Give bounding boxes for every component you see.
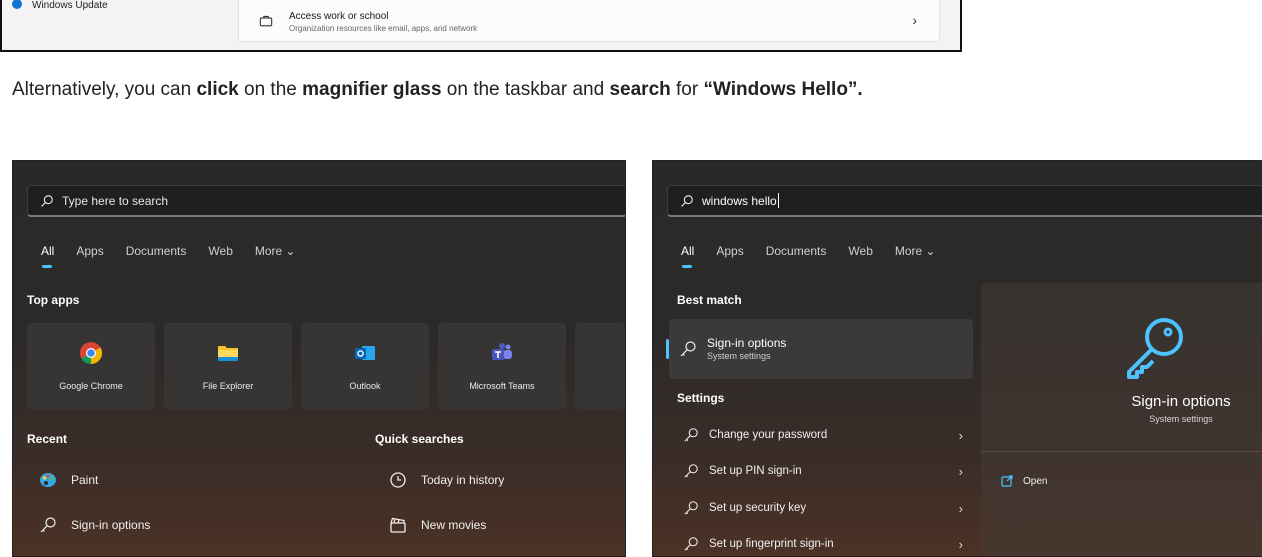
card-title: Access work or school — [289, 11, 389, 22]
tab-web[interactable]: Web — [848, 244, 872, 258]
tab-all[interactable]: All — [41, 244, 54, 268]
start-search-panel-results: windows hello All Apps Documents Web Mor… — [652, 160, 1262, 557]
chevron-right-icon: › — [958, 427, 963, 443]
key-icon — [684, 501, 698, 515]
app-tile-partial[interactable] — [575, 323, 625, 409]
recent-item-label: Sign-in options — [71, 518, 151, 532]
best-match-heading: Best match — [677, 293, 742, 307]
best-match-subtitle: System settings — [707, 351, 771, 361]
app-label: Google Chrome — [59, 381, 123, 391]
search-input[interactable]: Type here to search — [27, 185, 625, 217]
windows-update-icon — [12, 0, 22, 9]
search-filter-tabs: All Apps Documents Web More ⌄ — [41, 244, 296, 268]
windows-update-label: Windows Update — [32, 0, 108, 11]
instruction-bold: search — [609, 79, 671, 100]
search-filter-tabs: All Apps Documents Web More ⌄ — [681, 244, 936, 268]
instruction-part: on the — [238, 79, 303, 100]
text-caret — [777, 193, 779, 208]
app-label: Outlook — [349, 381, 381, 391]
best-match-sign-in-options[interactable]: Sign-in options System settings — [666, 319, 973, 379]
instruction-bold: “Windows Hello”. — [703, 79, 863, 100]
best-match-title: Sign-in options — [707, 336, 787, 350]
tab-documents[interactable]: Documents — [126, 244, 187, 258]
key-icon — [684, 464, 698, 478]
outlook-icon — [355, 346, 375, 360]
search-input[interactable]: windows hello — [667, 185, 1262, 217]
chrome-icon — [80, 342, 102, 364]
key-icon — [680, 341, 696, 357]
windows-update-nav-item[interactable]: Windows Update — [12, 0, 108, 11]
detail-title: Sign-in options — [1131, 393, 1231, 410]
setting-change-password[interactable]: Change your password › — [683, 427, 963, 443]
search-icon — [41, 194, 53, 207]
open-action[interactable]: Open — [1001, 475, 1047, 487]
quick-search-label: New movies — [421, 518, 487, 532]
instruction-part: for — [670, 79, 704, 100]
instruction-part: on the taskbar and — [441, 79, 610, 100]
setting-label: Change your password — [709, 429, 828, 441]
search-value: windows hello — [702, 193, 777, 208]
clock-icon — [390, 472, 406, 488]
app-label: Microsoft Teams — [469, 381, 535, 391]
key-icon — [684, 428, 698, 442]
settings-heading: Settings — [677, 391, 725, 405]
quick-search-label: Today in history — [421, 473, 505, 487]
tab-web[interactable]: Web — [208, 244, 232, 258]
app-tile-teams[interactable]: Microsoft Teams — [438, 323, 566, 409]
folder-icon — [218, 346, 238, 361]
app-tile-chrome[interactable]: Google Chrome — [27, 323, 155, 409]
open-label: Open — [1023, 475, 1048, 487]
app-tile-outlook[interactable]: Outlook — [301, 323, 429, 409]
access-work-school-card[interactable]: Access work or school Organization resou… — [238, 0, 940, 42]
recent-heading: Recent — [27, 432, 68, 446]
tab-apps[interactable]: Apps — [76, 244, 103, 258]
instruction-part: Alternatively, you can — [12, 79, 197, 100]
app-tile-file-explorer[interactable]: File Explorer — [164, 323, 292, 409]
tab-more[interactable]: More ⌄ — [895, 244, 936, 258]
instruction-text: Alternatively, you can click on the magn… — [12, 79, 863, 101]
setting-pin-sign-in[interactable]: Set up PIN sign-in › — [683, 463, 963, 479]
clapperboard-icon — [390, 517, 406, 533]
briefcase-icon — [259, 15, 273, 27]
key-icon — [684, 537, 698, 551]
setting-security-key[interactable]: Set up security key › — [683, 500, 963, 516]
chevron-right-icon: › — [912, 12, 917, 28]
recent-item-paint[interactable]: Paint — [39, 471, 98, 489]
app-label: File Explorer — [202, 381, 254, 391]
setting-label: Set up fingerprint sign-in — [709, 538, 834, 550]
open-external-icon — [1001, 475, 1013, 487]
setting-fingerprint-sign-in[interactable]: Set up fingerprint sign-in › — [683, 536, 963, 552]
search-placeholder: Type here to search — [62, 193, 169, 208]
instruction-bold: magnifier glass — [302, 79, 442, 100]
settings-window-strip: Windows Update Access work or school Org… — [0, 0, 962, 52]
result-detail-pane: Sign-in options System settings Open — [981, 283, 1262, 556]
paint-icon — [40, 473, 56, 487]
teams-icon — [492, 343, 512, 360]
chevron-right-icon: › — [958, 500, 963, 516]
card-subtitle: Organization resources like email, apps,… — [289, 24, 478, 33]
recent-item-sign-in-options[interactable]: Sign-in options — [39, 516, 150, 534]
tab-more[interactable]: More ⌄ — [255, 244, 296, 258]
chevron-right-icon: › — [958, 536, 963, 552]
key-icon — [40, 517, 56, 533]
top-apps-grid: Google Chrome File Explorer Outlook Micr… — [27, 323, 625, 409]
quick-search-today-in-history[interactable]: Today in history — [389, 471, 504, 489]
top-apps-heading: Top apps — [27, 293, 80, 307]
detail-subtitle: System settings — [1149, 414, 1213, 424]
divider — [981, 451, 1262, 452]
tab-all[interactable]: All — [681, 244, 694, 268]
setting-label: Set up security key — [709, 502, 807, 514]
chevron-right-icon: › — [958, 463, 963, 479]
quick-search-new-movies[interactable]: New movies — [389, 516, 486, 534]
selection-indicator — [666, 339, 669, 359]
search-icon — [681, 194, 693, 207]
quick-searches-heading: Quick searches — [375, 432, 464, 446]
setting-label: Set up PIN sign-in — [709, 465, 802, 477]
large-key-icon — [1127, 318, 1183, 379]
recent-item-label: Paint — [71, 473, 99, 487]
instruction-bold: click — [196, 79, 239, 100]
tab-apps[interactable]: Apps — [716, 244, 743, 258]
tab-documents[interactable]: Documents — [766, 244, 827, 258]
start-search-panel-empty: Type here to search All Apps Documents W… — [12, 160, 626, 557]
